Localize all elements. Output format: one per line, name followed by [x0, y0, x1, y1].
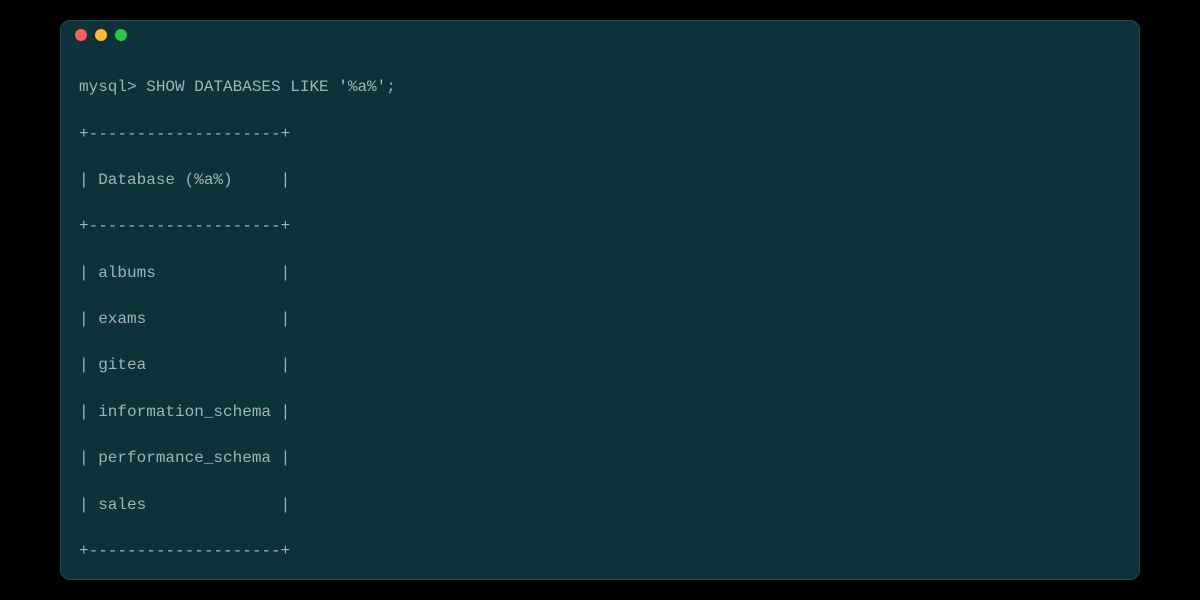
minimize-icon[interactable] [95, 29, 107, 41]
table-separator: +--------------------+ [79, 540, 1121, 563]
close-icon[interactable] [75, 29, 87, 41]
table-row: | performance_schema | [79, 447, 1121, 470]
table-row: | albums | [79, 262, 1121, 285]
command-line: mysql> SHOW DATABASES LIKE '%a%'; [79, 76, 1121, 99]
table-row: | sales | [79, 494, 1121, 517]
table-row: | gitea | [79, 354, 1121, 377]
terminal-window: mysql> SHOW DATABASES LIKE '%a%'; +-----… [60, 20, 1140, 580]
terminal-body[interactable]: mysql> SHOW DATABASES LIKE '%a%'; +-----… [61, 49, 1139, 579]
window-titlebar [61, 21, 1139, 49]
table-separator: +--------------------+ [79, 123, 1121, 146]
maximize-icon[interactable] [115, 29, 127, 41]
table-row: | exams | [79, 308, 1121, 331]
table-header: | Database (%a%) | [79, 169, 1121, 192]
table-row: | information_schema | [79, 401, 1121, 424]
table-separator: +--------------------+ [79, 215, 1121, 238]
